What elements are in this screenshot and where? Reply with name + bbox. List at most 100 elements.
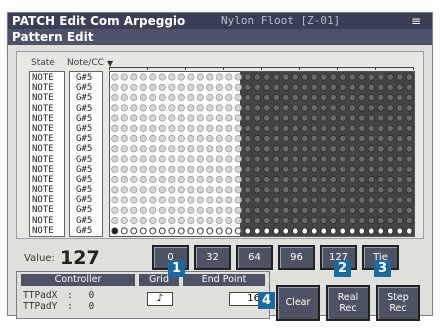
grid-step-dot[interactable] xyxy=(396,165,404,173)
grid-step-dot[interactable] xyxy=(291,186,299,194)
grid-step-dot[interactable] xyxy=(310,216,318,225)
grid-step-dot[interactable] xyxy=(187,165,195,173)
grid-step-dot[interactable] xyxy=(139,175,147,184)
grid-step-dot[interactable] xyxy=(396,93,404,102)
grid-step-dot[interactable] xyxy=(120,186,128,194)
grid-step-dot[interactable] xyxy=(405,93,413,102)
grid-step-dot[interactable] xyxy=(339,73,347,81)
grid-step-dot[interactable] xyxy=(396,206,404,214)
grid-step-dot[interactable] xyxy=(405,83,413,91)
grid-step-dot[interactable] xyxy=(244,196,252,204)
grid-step-dot[interactable] xyxy=(234,83,242,91)
note-cell[interactable]: G#5 xyxy=(70,155,102,165)
grid-step-dot[interactable] xyxy=(377,93,385,102)
step-note-marker[interactable] xyxy=(149,227,156,235)
grid-step-dot[interactable] xyxy=(263,145,271,153)
grid-step-dot[interactable] xyxy=(329,196,337,204)
grid-step-dot[interactable] xyxy=(291,216,299,225)
grid-step-dot[interactable] xyxy=(386,216,394,225)
step-note-marker[interactable] xyxy=(130,227,137,235)
grid-step-dot[interactable] xyxy=(301,104,309,112)
grid-step-dot[interactable] xyxy=(253,73,261,81)
grid-step-dot[interactable] xyxy=(120,145,128,153)
grid-step-dot[interactable] xyxy=(244,216,252,225)
grid-step-dot[interactable] xyxy=(282,165,290,173)
grid-step-dot[interactable] xyxy=(111,165,119,173)
grid-step-dot[interactable] xyxy=(177,134,185,143)
grid-step-dot[interactable] xyxy=(367,145,375,153)
grid-step-dot[interactable] xyxy=(272,206,280,214)
grid-step-dot[interactable] xyxy=(215,114,223,122)
grid-step-dot[interactable] xyxy=(111,216,119,225)
grid-step-dot[interactable] xyxy=(168,145,176,153)
grid-step-dot[interactable] xyxy=(168,124,176,132)
grid-step-dot[interactable] xyxy=(282,73,290,81)
state-cell[interactable]: NOTE xyxy=(30,205,64,215)
grid-step-dot[interactable] xyxy=(396,134,404,143)
grid-step-dot[interactable] xyxy=(367,93,375,102)
note-cell[interactable]: G#5 xyxy=(70,134,102,144)
grid-step-dot[interactable] xyxy=(329,124,337,132)
step-note-marker[interactable] xyxy=(349,227,356,235)
grid-step-dot[interactable] xyxy=(130,114,138,122)
grid-step-dot[interactable] xyxy=(396,114,404,122)
grid-step-dot[interactable] xyxy=(139,196,147,204)
grid-step-dot[interactable] xyxy=(386,124,394,132)
grid-step-dot[interactable] xyxy=(367,124,375,132)
grid-step-dot[interactable] xyxy=(282,175,290,184)
grid-step-dot[interactable] xyxy=(111,196,119,204)
grid-step-dot[interactable] xyxy=(187,134,195,143)
grid-step-dot[interactable] xyxy=(196,104,204,112)
grid-step-dot[interactable] xyxy=(310,165,318,173)
grid-step-dot[interactable] xyxy=(234,196,242,204)
grid-step-dot[interactable] xyxy=(263,175,271,184)
grid-step-dot[interactable] xyxy=(187,206,195,214)
grid-step-dot[interactable] xyxy=(301,155,309,163)
grid-step-dot[interactable] xyxy=(158,114,166,122)
grid-step-dot[interactable] xyxy=(291,104,299,112)
grid-step-dot[interactable] xyxy=(358,93,366,102)
grid-step-dot[interactable] xyxy=(158,104,166,112)
grid-step-dot[interactable] xyxy=(168,104,176,112)
grid-step-dot[interactable] xyxy=(244,124,252,132)
grid-step-dot[interactable] xyxy=(386,73,394,81)
step-note-marker[interactable] xyxy=(187,227,194,235)
step-note-marker[interactable] xyxy=(377,227,384,235)
grid-step-dot[interactable] xyxy=(111,155,119,163)
grid-step-dot[interactable] xyxy=(358,145,366,153)
grid-step-dot[interactable] xyxy=(386,114,394,122)
grid-step-dot[interactable] xyxy=(196,216,204,225)
grid-step-dot[interactable] xyxy=(196,196,204,204)
grid-step-dot[interactable] xyxy=(234,73,242,81)
grid-step-dot[interactable] xyxy=(339,104,347,112)
grid-step-dot[interactable] xyxy=(348,93,356,102)
clear-button[interactable]: Clear xyxy=(276,285,320,321)
grid-step-dot[interactable] xyxy=(139,114,147,122)
grid-step-dot[interactable] xyxy=(234,93,242,102)
grid-step-dot[interactable] xyxy=(225,196,233,204)
note-cell[interactable]: G#5 xyxy=(70,124,102,134)
grid-step-dot[interactable] xyxy=(301,165,309,173)
step-note-marker[interactable] xyxy=(168,227,175,235)
grid-step-dot[interactable] xyxy=(405,104,413,112)
grid-step-dot[interactable] xyxy=(291,145,299,153)
grid-step-dot[interactable] xyxy=(139,104,147,112)
grid-step-dot[interactable] xyxy=(130,93,138,102)
grid-step-dot[interactable] xyxy=(301,206,309,214)
grid-step-dot[interactable] xyxy=(253,104,261,112)
grid-step-dot[interactable] xyxy=(386,145,394,153)
grid-step-dot[interactable] xyxy=(320,175,328,184)
grid-step-dot[interactable] xyxy=(215,186,223,194)
step-note-marker[interactable] xyxy=(339,227,346,235)
grid-step-dot[interactable] xyxy=(253,145,261,153)
grid-step-dot[interactable] xyxy=(111,83,119,91)
grid-step-dot[interactable] xyxy=(158,175,166,184)
grid-step-dot[interactable] xyxy=(367,114,375,122)
grid-step-dot[interactable] xyxy=(225,175,233,184)
note-cell[interactable]: G#5 xyxy=(70,195,102,205)
grid-step-dot[interactable] xyxy=(282,134,290,143)
grid-step-dot[interactable] xyxy=(291,196,299,204)
grid-step-dot[interactable] xyxy=(149,175,157,184)
grid-step-dot[interactable] xyxy=(111,175,119,184)
grid-step-dot[interactable] xyxy=(301,124,309,132)
